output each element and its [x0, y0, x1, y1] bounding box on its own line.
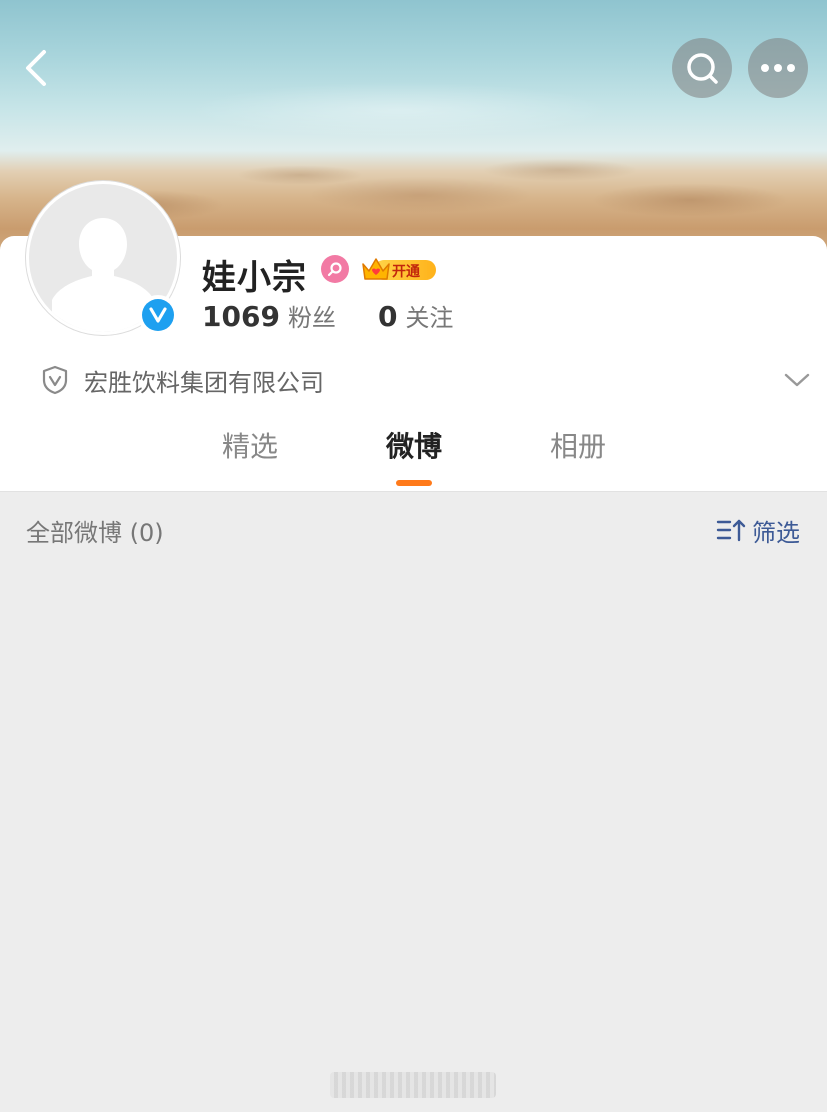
feed-title: 全部微博 (0): [26, 518, 164, 547]
search-button[interactable]: [672, 38, 732, 98]
tab-featured[interactable]: 精选: [190, 425, 310, 465]
profile-name: 娃小宗: [202, 258, 307, 298]
feed-header: 全部微博 (0) 筛选: [26, 512, 800, 548]
active-tab-indicator: [396, 480, 432, 486]
following-label[interactable]: 关注: [405, 298, 453, 333]
followers-label[interactable]: 粉丝: [288, 298, 336, 333]
back-button[interactable]: [16, 44, 56, 92]
crown-icon: [362, 258, 390, 280]
vip-label: 开通: [392, 264, 420, 280]
chevron-down-icon[interactable]: [784, 366, 810, 394]
watermark: [330, 1072, 496, 1098]
profile-tabs: 精选 微博 相册: [0, 425, 827, 485]
sort-filter-icon: [716, 519, 746, 542]
verified-icon: [149, 307, 167, 323]
more-icon: [761, 64, 795, 72]
avatar-container[interactable]: [26, 181, 180, 335]
tab-album[interactable]: 相册: [518, 425, 638, 465]
verified-badge: [138, 295, 178, 335]
back-icon: [26, 50, 46, 86]
search-icon: [687, 53, 718, 84]
following-count[interactable]: 0: [378, 300, 397, 333]
shield-check-icon: [42, 365, 68, 395]
filter-button[interactable]: 筛选: [716, 513, 800, 548]
female-icon: [321, 255, 349, 283]
company-name: 宏胜饮料集团有限公司: [84, 368, 324, 397]
company-row[interactable]: 宏胜饮料集团有限公司: [40, 362, 810, 398]
tab-weibo[interactable]: 微博: [354, 425, 474, 465]
vip-open-badge[interactable]: 开通: [360, 255, 436, 283]
filter-label: 筛选: [752, 518, 800, 547]
followers-count[interactable]: 1069: [202, 300, 280, 333]
stats-row: 1069 粉丝 0 关注: [202, 298, 453, 338]
more-button[interactable]: [748, 38, 808, 98]
